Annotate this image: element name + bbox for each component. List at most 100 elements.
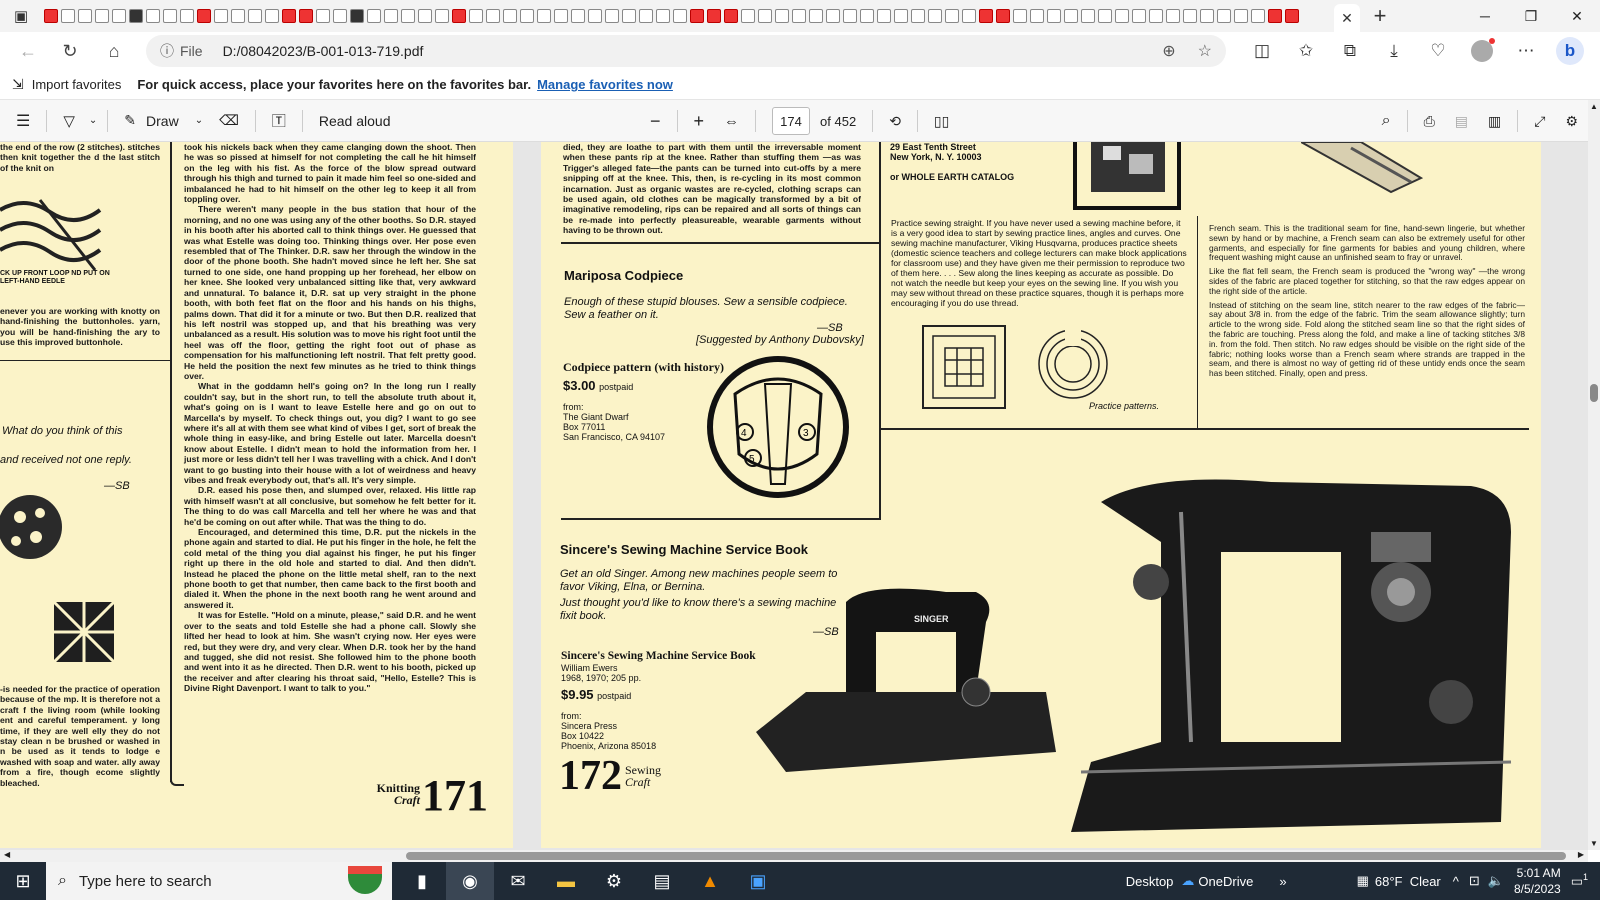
save-as-icon[interactable]: ▥: [1478, 100, 1511, 142]
minimized-tab-favicon-icon[interactable]: [299, 9, 313, 23]
settings-gear-icon[interactable]: ⚙: [1555, 100, 1588, 142]
network-icon[interactable]: ⊡: [1469, 873, 1480, 889]
minimized-tab-favicon-icon[interactable]: [826, 9, 840, 23]
minimized-tab-favicon-icon[interactable]: [61, 9, 75, 23]
minimize-button[interactable]: ─: [1462, 0, 1508, 32]
page-number-field[interactable]: 174: [762, 100, 820, 142]
minimized-tab-favicon-icon[interactable]: [95, 9, 109, 23]
minimized-tab-favicon-icon[interactable]: [758, 9, 772, 23]
minimized-tab-favicon-icon[interactable]: [656, 9, 670, 23]
minimized-tab-favicon-icon[interactable]: [894, 9, 908, 23]
minimized-tab-favicon-icon[interactable]: [605, 9, 619, 23]
minimized-tab-favicon-icon[interactable]: [554, 9, 568, 23]
photos-app-icon[interactable]: ▣: [734, 862, 782, 900]
more-menu-icon[interactable]: ⋯: [1504, 32, 1548, 70]
minimized-tab-favicon-icon[interactable]: [1234, 9, 1248, 23]
minimized-tab-favicon-icon[interactable]: [945, 9, 959, 23]
minimized-tab-favicon-icon[interactable]: [860, 9, 874, 23]
minimized-tab-favicon-icon[interactable]: [78, 9, 92, 23]
minimized-tab-favicon-icon[interactable]: [809, 9, 823, 23]
minimized-tab-favicon-icon[interactable]: [146, 9, 160, 23]
minimized-tab-favicon-icon[interactable]: [962, 9, 976, 23]
minimized-tab-favicon-icon[interactable]: [367, 9, 381, 23]
minimized-tab-favicon-icon[interactable]: [129, 9, 143, 23]
minimized-tab-favicon-icon[interactable]: [996, 9, 1010, 23]
highlight-dropdown-icon[interactable]: ⌄: [85, 100, 101, 142]
split-screen-icon[interactable]: ◫: [1240, 32, 1284, 70]
minimized-tab-favicon-icon[interactable]: [401, 9, 415, 23]
minimized-tab-favicon-icon[interactable]: [741, 9, 755, 23]
minimized-tab-favicon-icon[interactable]: [316, 9, 330, 23]
scroll-down-icon[interactable]: ▼: [1590, 839, 1598, 848]
minimized-tab-favicon-icon[interactable]: [724, 9, 738, 23]
minimized-tab-favicon-icon[interactable]: [1166, 9, 1180, 23]
taskbar-search[interactable]: ⌕ Type here to search: [46, 862, 392, 900]
minimized-tab-favicon-icon[interactable]: [1183, 9, 1197, 23]
read-aloud-button[interactable]: Read aloud: [309, 100, 401, 142]
task-view-icon[interactable]: ▮: [398, 862, 446, 900]
minimized-tab-favicon-icon[interactable]: [928, 9, 942, 23]
zoom-in-button[interactable]: +: [684, 100, 715, 142]
page-number-input[interactable]: 174: [772, 107, 811, 135]
minimized-tab-favicon-icon[interactable]: [877, 9, 891, 23]
minimized-tab-favicon-icon[interactable]: [350, 9, 364, 23]
fullscreen-icon[interactable]: ⤢: [1524, 100, 1555, 142]
minimized-tab-favicon-icon[interactable]: [163, 9, 177, 23]
url-text[interactable]: D:/08042023/B-001-013-719.pdf: [223, 43, 424, 59]
minimized-tab-favicon-icon[interactable]: [231, 9, 245, 23]
minimized-tab-favicon-icon[interactable]: [282, 9, 296, 23]
browser-essentials-icon[interactable]: ♡: [1416, 32, 1460, 70]
minimized-tab-favicon-icon[interactable]: [452, 9, 466, 23]
show-hidden-icons[interactable]: ^: [1453, 874, 1459, 889]
minimized-tab-favicon-icon[interactable]: [843, 9, 857, 23]
tab-actions-icon[interactable]: ▣: [14, 7, 28, 25]
maximize-button[interactable]: ❐: [1508, 0, 1554, 32]
minimized-tab-favicon-icon[interactable]: [1132, 9, 1146, 23]
minimized-tab-favicon-icon[interactable]: [1030, 9, 1044, 23]
minimized-tab-favicon-icon[interactable]: [571, 9, 585, 23]
minimized-tab-favicon-icon[interactable]: [180, 9, 194, 23]
minimized-tab-favicon-icon[interactable]: [112, 9, 126, 23]
highlight-icon[interactable]: ▽: [53, 100, 85, 142]
home-button[interactable]: ⌂: [94, 32, 134, 70]
minimized-tab-favicon-icon[interactable]: [44, 9, 58, 23]
minimized-tab-favicon-icon[interactable]: [775, 9, 789, 23]
minimized-tab-favicon-icon[interactable]: [520, 9, 534, 23]
settings-app-icon[interactable]: ⚙: [590, 862, 638, 900]
downloads-icon[interactable]: ⤓: [1372, 32, 1416, 70]
back-button[interactable]: ←: [8, 32, 48, 70]
contents-icon[interactable]: ☰: [6, 100, 40, 142]
import-favorites-button[interactable]: ⇲ Import favorites: [12, 76, 121, 93]
minimized-tab-favicon-icon[interactable]: [1200, 9, 1214, 23]
bing-chat-icon[interactable]: b: [1548, 32, 1592, 70]
onedrive-label[interactable]: OneDrive: [1198, 874, 1253, 889]
fit-width-icon[interactable]: ⇔: [714, 100, 749, 142]
minimized-tab-favicon-icon[interactable]: [673, 9, 687, 23]
minimized-tab-favicon-icon[interactable]: [1064, 9, 1078, 23]
tray-expand-icon[interactable]: »: [1279, 874, 1286, 889]
draw-dropdown-icon[interactable]: ⌄: [189, 100, 209, 142]
minimized-tab-favicon-icon[interactable]: [248, 9, 262, 23]
minimized-tab-favicon-icon[interactable]: [1098, 9, 1112, 23]
minimized-tab-favicon-icon[interactable]: [707, 9, 721, 23]
windows-start-icon[interactable]: ⊞: [0, 862, 46, 900]
favorite-star-icon[interactable]: ☆: [1198, 41, 1212, 61]
minimized-tab-favicon-icon[interactable]: [214, 9, 228, 23]
collections-icon[interactable]: ⧉: [1328, 32, 1372, 70]
minimized-tab-favicon-icon[interactable]: [979, 9, 993, 23]
scroll-up-icon[interactable]: ▲: [1590, 102, 1598, 111]
notification-icon[interactable]: ▭1: [1571, 872, 1588, 889]
zoom-out-button[interactable]: −: [640, 100, 671, 142]
minimized-tab-favicon-icon[interactable]: [469, 9, 483, 23]
edge-app-icon[interactable]: ◉: [446, 862, 494, 900]
minimized-tab-favicon-icon[interactable]: [435, 9, 449, 23]
minimized-tab-favicon-icon[interactable]: [384, 9, 398, 23]
vlc-app-icon[interactable]: ▲: [686, 862, 734, 900]
minimized-tab-favicon-icon[interactable]: [1268, 9, 1282, 23]
manage-favorites-link[interactable]: Manage favorites now: [537, 77, 673, 92]
text-tool-icon[interactable]: 🅃: [262, 100, 296, 142]
volume-icon[interactable]: 🔈: [1488, 873, 1504, 889]
draw-button[interactable]: ✎ Draw: [114, 100, 188, 142]
mail-app-icon[interactable]: ✉: [494, 862, 542, 900]
info-icon[interactable]: ⓘ: [160, 41, 174, 61]
